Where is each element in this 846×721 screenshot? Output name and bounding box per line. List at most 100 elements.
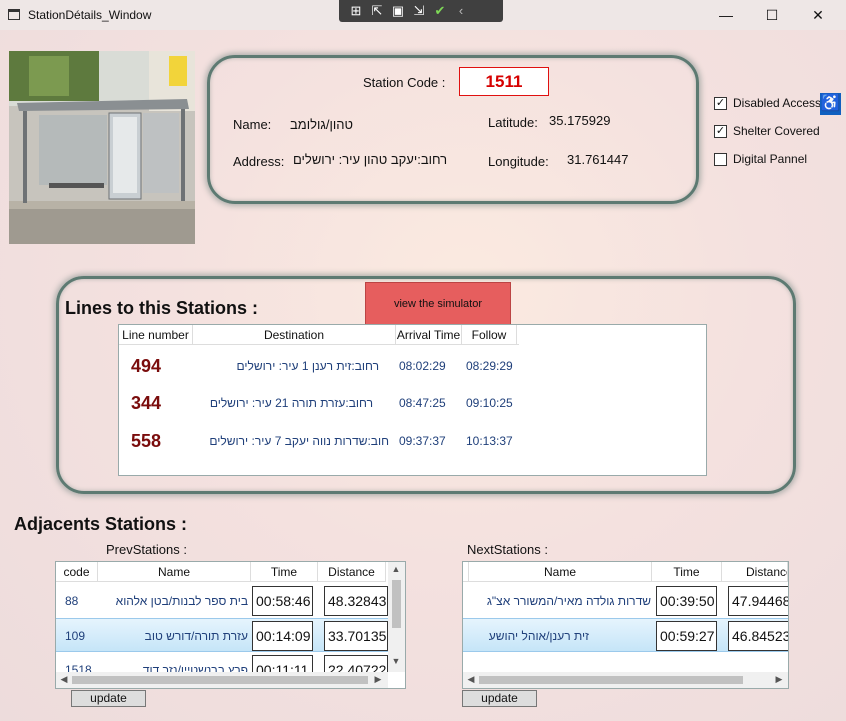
scroll-thumb[interactable] bbox=[72, 676, 368, 684]
scroll-up-icon[interactable]: ▲ bbox=[390, 564, 402, 574]
distance-field[interactable]: 48.32843 bbox=[324, 586, 388, 616]
scroll-right-icon[interactable]: ▶ bbox=[372, 674, 384, 685]
follow-time: 08:29:29 bbox=[466, 359, 513, 373]
scroll-left-icon[interactable]: ◀ bbox=[58, 674, 70, 685]
address-label: Address: bbox=[233, 154, 285, 169]
window-icon bbox=[8, 9, 20, 20]
digital-pannel-checkbox[interactable]: Digital Pannel bbox=[714, 152, 807, 166]
checkbox-box[interactable] bbox=[714, 152, 727, 166]
display-layout-adorners-icon[interactable]: ▣ bbox=[389, 3, 407, 19]
column-header[interactable]: Distance bbox=[722, 562, 788, 582]
title-bar: StationDétails_Window ⊞ ⇱ ▣ ⇲ ✔ ‹ — ☐ ✕ bbox=[0, 0, 846, 30]
table-header: code Name Time Distance bbox=[56, 562, 386, 582]
column-header[interactable]: Name bbox=[469, 562, 652, 582]
next-stations-title: NextStations : bbox=[467, 542, 548, 557]
table-row[interactable]: שדרות גולדה מאיר/המשורר אצ"ג 00:39:50 47… bbox=[463, 584, 788, 618]
table-row[interactable]: 88 בית ספר לבנות/בטן אלהוא 00:58:46 48.3… bbox=[56, 584, 388, 618]
column-header[interactable]: Destination bbox=[193, 325, 396, 345]
line-number: 494 bbox=[131, 356, 162, 376]
distance-field[interactable]: 46.84523 bbox=[728, 621, 788, 651]
horizontal-scrollbar[interactable]: ◀ ▶ bbox=[463, 672, 788, 688]
follow-time: 10:13:37 bbox=[466, 434, 513, 448]
table-row-selected[interactable]: זית רענן/אוהל יהושע 00:59:27 46.84523 bbox=[463, 618, 788, 652]
shelter-covered-checkbox[interactable]: ✓ Shelter Covered bbox=[714, 124, 820, 138]
scroll-right-icon[interactable]: ▶ bbox=[773, 674, 785, 685]
table-row-selected[interactable]: 109 עזרת תורה/דורש טוב 00:14:09 33.70135 bbox=[56, 618, 388, 652]
station-name: עזרת תורה/דורש טוב bbox=[144, 629, 248, 643]
maximize-button[interactable]: ☐ bbox=[749, 0, 795, 30]
scroll-thumb[interactable] bbox=[392, 580, 401, 628]
table-row[interactable]: 494 רחוב:זית רענן 1 עיר: ירושלים 08:02:2… bbox=[119, 351, 519, 383]
longitude-label: Longitude: bbox=[488, 154, 549, 169]
column-header[interactable]: Time bbox=[652, 562, 722, 582]
longitude-value: 31.761447 bbox=[567, 152, 629, 167]
table-header: Name Time Distance bbox=[463, 562, 788, 582]
destination: רחוב:זית רענן 1 עיר: ירושלים bbox=[236, 359, 379, 373]
checkbox-box[interactable]: ✓ bbox=[714, 96, 727, 110]
arrival-time: 08:47:25 bbox=[399, 396, 446, 410]
prev-update-button[interactable]: update bbox=[71, 690, 146, 707]
track-focus-icon[interactable]: ⇲ bbox=[410, 3, 428, 19]
station-info-panel bbox=[207, 55, 699, 204]
distance-field[interactable]: 33.70135 bbox=[324, 621, 388, 651]
window-title: StationDétails_Window bbox=[28, 8, 152, 22]
scroll-down-icon[interactable]: ▼ bbox=[390, 656, 402, 666]
arrival-time: 08:02:29 bbox=[399, 359, 446, 373]
checkbox-label: Digital Pannel bbox=[733, 152, 808, 166]
station-photo bbox=[9, 51, 195, 244]
table-row[interactable]: 344 רחוב:עזרת תורה 21 עיר: ירושלים 08:47… bbox=[119, 389, 519, 421]
column-header[interactable]: Name bbox=[98, 562, 251, 582]
checkbox-label: Disabled Access bbox=[733, 96, 822, 110]
follow-time: 09:10:25 bbox=[466, 396, 513, 410]
table-header: Line number Destination Arrival Time Fol… bbox=[119, 325, 519, 345]
latitude-value: 35.175929 bbox=[549, 113, 611, 128]
view-simulator-button[interactable]: view the simulator bbox=[365, 282, 511, 325]
station-code-value: 1511 bbox=[459, 67, 549, 96]
line-number: 558 bbox=[131, 431, 162, 451]
time-field[interactable]: 00:58:46 bbox=[252, 586, 313, 616]
station-name: שדרות גולדה מאיר/המשורר אצ"ג bbox=[486, 594, 651, 608]
destination: רחוב:עזרת תורה 21 עיר: ירושלים bbox=[209, 396, 373, 410]
scroll-left-icon[interactable]: ◀ bbox=[465, 674, 477, 685]
station-name: זית רענן/אוהל יהושע bbox=[488, 629, 589, 643]
column-header[interactable]: Time bbox=[251, 562, 318, 582]
collapse-toolbar-icon[interactable]: ‹ bbox=[452, 3, 470, 19]
next-update-button[interactable]: update bbox=[462, 690, 537, 707]
scroll-thumb[interactable] bbox=[479, 676, 743, 684]
minimize-button[interactable]: — bbox=[703, 0, 749, 30]
checkbox-label: Shelter Covered bbox=[733, 124, 820, 138]
horizontal-scrollbar[interactable]: ◀ ▶ bbox=[56, 672, 388, 688]
prev-stations-title: PrevStations : bbox=[106, 542, 187, 557]
station-code: 88 bbox=[65, 594, 79, 608]
time-field[interactable]: 00:59:27 bbox=[656, 621, 717, 651]
lines-section-title: Lines to this Stations : bbox=[65, 298, 259, 318]
station-details-window: StationDétails_Window ⊞ ⇱ ▣ ⇲ ✔ ‹ — ☐ ✕ bbox=[0, 0, 846, 721]
destination: חוב:שדרות נווה יעקב 7 עיר: ירושלים bbox=[209, 434, 389, 448]
time-field[interactable]: 00:39:50 bbox=[656, 586, 717, 616]
live-visual-tree-icon[interactable]: ⊞ bbox=[347, 3, 365, 19]
column-header[interactable]: Line number bbox=[119, 325, 193, 345]
column-header[interactable]: Distance bbox=[318, 562, 386, 582]
time-field[interactable]: 00:14:09 bbox=[252, 621, 313, 651]
checkbox-box[interactable]: ✓ bbox=[714, 124, 727, 138]
adjacent-section-title: Adjacents Stations : bbox=[14, 514, 188, 534]
vertical-scrollbar[interactable]: ▲ ▼ bbox=[388, 562, 405, 672]
column-header[interactable]: Follow bbox=[462, 325, 517, 345]
close-button[interactable]: ✕ bbox=[795, 0, 841, 30]
station-code: 109 bbox=[65, 629, 86, 643]
select-element-icon[interactable]: ⇱ bbox=[368, 3, 386, 19]
name-label: Name: bbox=[233, 117, 272, 132]
distance-field[interactable]: 47.94468 bbox=[728, 586, 788, 616]
station-name: בית ספר לבנות/בטן אלהוא bbox=[115, 594, 248, 608]
station-code-label: Station Code : bbox=[363, 75, 446, 90]
lines-table: Line number Destination Arrival Time Fol… bbox=[118, 324, 707, 476]
name-value: טהון/גולומב bbox=[290, 117, 353, 132]
prev-stations-table: code Name Time Distance 88 בית ספר לבנות… bbox=[55, 561, 406, 689]
address-value: רחוב:יעקב טהון עיר: ירושלים bbox=[293, 152, 448, 167]
column-header[interactable]: code bbox=[56, 562, 98, 582]
line-number: 344 bbox=[131, 393, 162, 413]
table-row[interactable]: 558 חוב:שדרות נווה יעקב 7 עיר: ירושלים 0… bbox=[119, 427, 519, 459]
binding-check-icon[interactable]: ✔ bbox=[431, 3, 449, 19]
disabled-access-checkbox[interactable]: ✓ Disabled Access bbox=[714, 96, 821, 110]
column-header[interactable]: Arrival Time bbox=[396, 325, 462, 345]
